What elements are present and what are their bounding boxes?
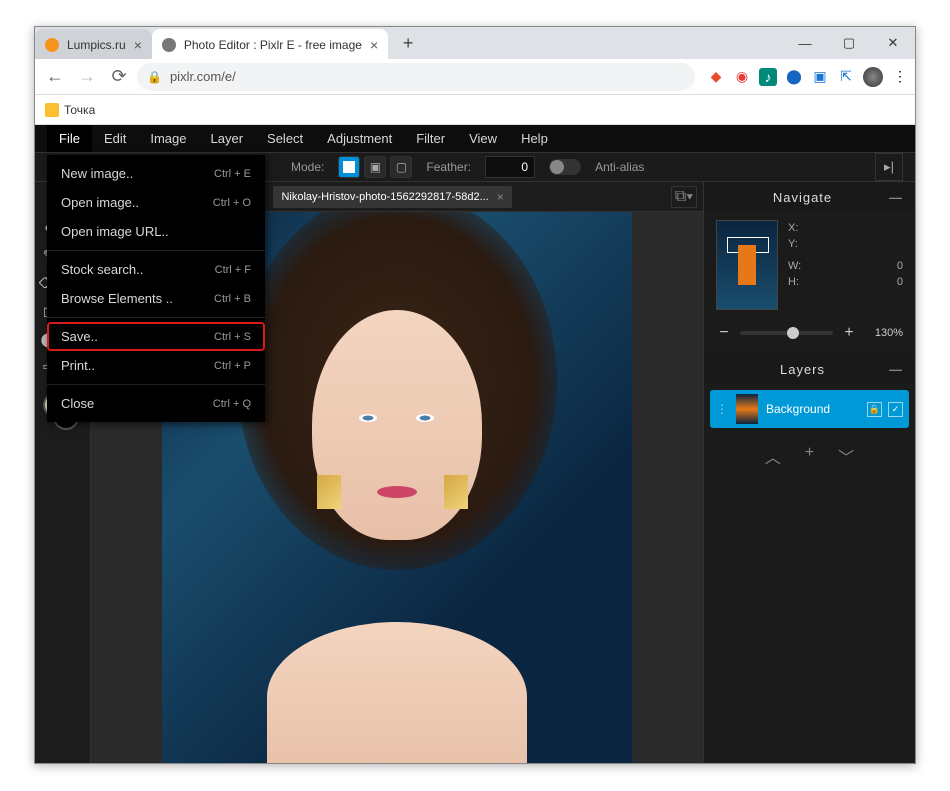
layer-thumbnail	[736, 394, 758, 424]
menu-layer[interactable]: Layer	[199, 125, 256, 152]
layer-actions: ︿ + ﹀	[704, 434, 915, 478]
menu-image[interactable]: Image	[138, 125, 198, 152]
navigate-panel-header[interactable]: Navigate —	[704, 182, 915, 212]
menu-save[interactable]: Save..Ctrl + S	[47, 322, 265, 351]
menu-browse-elements[interactable]: Browse Elements ..Ctrl + B	[47, 284, 265, 313]
browser-titlebar: Lumpics.ru × Photo Editor : Pixlr E - fr…	[35, 27, 915, 59]
layers-panel-header[interactable]: Layers —	[704, 354, 915, 384]
drag-handle-icon[interactable]: ⋮	[716, 402, 728, 416]
nav-info: X: Y: W:0 H:0	[788, 220, 903, 310]
extension-icons: ◆ ◉ ♪ ⬤ ▣ ⇱ ⋮	[707, 67, 909, 87]
ext-icon[interactable]: ▣	[811, 68, 829, 86]
menu-new-image[interactable]: New image..Ctrl + E	[47, 159, 265, 188]
file-menu-dropdown: New image..Ctrl + E Open image..Ctrl + O…	[47, 155, 265, 422]
menu-open-image[interactable]: Open image..Ctrl + O	[47, 188, 265, 217]
mode-replace-button[interactable]	[338, 156, 360, 178]
url-text: pixlr.com/e/	[170, 69, 236, 84]
layers-panel: ⋮ Background 🔒 ✓	[704, 384, 915, 434]
menu-view[interactable]: View	[457, 125, 509, 152]
menu-edit[interactable]: Edit	[92, 125, 138, 152]
mode-label: Mode:	[291, 160, 324, 174]
minimize-button[interactable]: —	[783, 27, 827, 59]
nav-thumbnail[interactable]	[716, 220, 778, 310]
tab-title: Photo Editor : Pixlr E - free image	[184, 38, 362, 52]
navigate-panel: X: Y: W:0 H:0	[704, 212, 915, 318]
menu-icon[interactable]: ⋮	[891, 68, 909, 86]
window-controls: — ▢ ✕	[783, 27, 915, 59]
feather-input[interactable]	[485, 156, 535, 178]
document-tab[interactable]: Nikolay-Hristov-photo-1562292817-58d2...…	[273, 186, 511, 208]
ext-icon[interactable]: ♪	[759, 68, 777, 86]
menu-select[interactable]: Select	[255, 125, 315, 152]
lock-icon[interactable]: 🔒	[867, 402, 882, 417]
view-mode-button[interactable]: ⧉▾	[671, 186, 697, 208]
mode-add-button[interactable]: ▣	[364, 156, 386, 178]
add-layer-button[interactable]: +	[805, 444, 814, 468]
avatar-icon[interactable]	[863, 67, 883, 87]
expand-panels-button[interactable]: ▸|	[875, 153, 903, 181]
ext-icon[interactable]: ◆	[707, 68, 725, 86]
layer-up-button[interactable]: ︿	[765, 444, 781, 468]
zoom-in-button[interactable]: +	[841, 324, 857, 342]
mode-buttons: ▣ ▢	[338, 156, 412, 178]
pixlr-app: File Edit Image Layer Select Adjustment …	[35, 125, 915, 763]
bookmarks-bar: Точка	[35, 95, 915, 125]
visibility-icon[interactable]: ✓	[888, 402, 903, 417]
new-tab-button[interactable]: +	[394, 29, 422, 57]
browser-tab-lumpics[interactable]: Lumpics.ru ×	[35, 29, 152, 61]
right-panels: Navigate — X: Y: W:0 H:0 − +	[703, 182, 915, 763]
antialias-toggle[interactable]	[549, 159, 581, 175]
close-icon[interactable]: ×	[134, 37, 142, 53]
ext-icon[interactable]: ◉	[733, 68, 751, 86]
address-bar[interactable]: 🔒 pixlr.com/e/	[137, 63, 695, 91]
app-menubar: File Edit Image Layer Select Adjustment …	[35, 125, 915, 152]
layer-down-button[interactable]: ﹀	[838, 444, 854, 468]
reload-button[interactable]: ⟳	[105, 63, 133, 91]
menu-stock-search[interactable]: Stock search..Ctrl + F	[47, 255, 265, 284]
close-icon[interactable]: ×	[497, 190, 504, 204]
antialias-label: Anti-alias	[595, 160, 644, 174]
zoom-out-button[interactable]: −	[716, 324, 732, 342]
favicon-icon	[162, 38, 176, 52]
collapse-icon[interactable]: —	[889, 190, 903, 205]
menu-print[interactable]: Print..Ctrl + P	[47, 351, 265, 380]
menu-filter[interactable]: Filter	[404, 125, 457, 152]
menu-open-url[interactable]: Open image URL..	[47, 217, 265, 246]
close-window-button[interactable]: ✕	[871, 27, 915, 59]
menu-help[interactable]: Help	[509, 125, 560, 152]
browser-window: Lumpics.ru × Photo Editor : Pixlr E - fr…	[34, 26, 916, 764]
menu-close[interactable]: CloseCtrl + Q	[47, 389, 265, 418]
ext-icon[interactable]: ⇱	[837, 68, 855, 86]
zoom-value: 130%	[865, 327, 903, 339]
menu-adjustment[interactable]: Adjustment	[315, 125, 404, 152]
favicon-icon	[45, 38, 59, 52]
zoom-slider[interactable]	[740, 331, 833, 335]
layer-name: Background	[766, 402, 830, 416]
bookmark-folder[interactable]: Точка	[45, 103, 95, 117]
close-icon[interactable]: ×	[370, 37, 378, 53]
collapse-icon[interactable]: —	[889, 362, 903, 377]
feather-label: Feather:	[426, 160, 471, 174]
maximize-button[interactable]: ▢	[827, 27, 871, 59]
browser-toolbar: ← → ⟳ 🔒 pixlr.com/e/ ◆ ◉ ♪ ⬤ ▣ ⇱ ⋮	[35, 59, 915, 95]
tab-title: Lumpics.ru	[67, 38, 126, 52]
lock-icon: 🔒	[147, 70, 162, 84]
layer-item[interactable]: ⋮ Background 🔒 ✓	[710, 390, 909, 428]
mode-subtract-button[interactable]: ▢	[390, 156, 412, 178]
menu-file[interactable]: File	[47, 125, 92, 152]
back-button[interactable]: ←	[41, 63, 69, 91]
bookmark-label: Точка	[64, 103, 95, 117]
folder-icon	[45, 103, 59, 117]
ext-icon[interactable]: ⬤	[785, 68, 803, 86]
browser-tab-pixlr[interactable]: Photo Editor : Pixlr E - free image ×	[152, 29, 388, 61]
forward-button[interactable]: →	[73, 63, 101, 91]
zoom-controls: − + 130%	[704, 318, 915, 354]
